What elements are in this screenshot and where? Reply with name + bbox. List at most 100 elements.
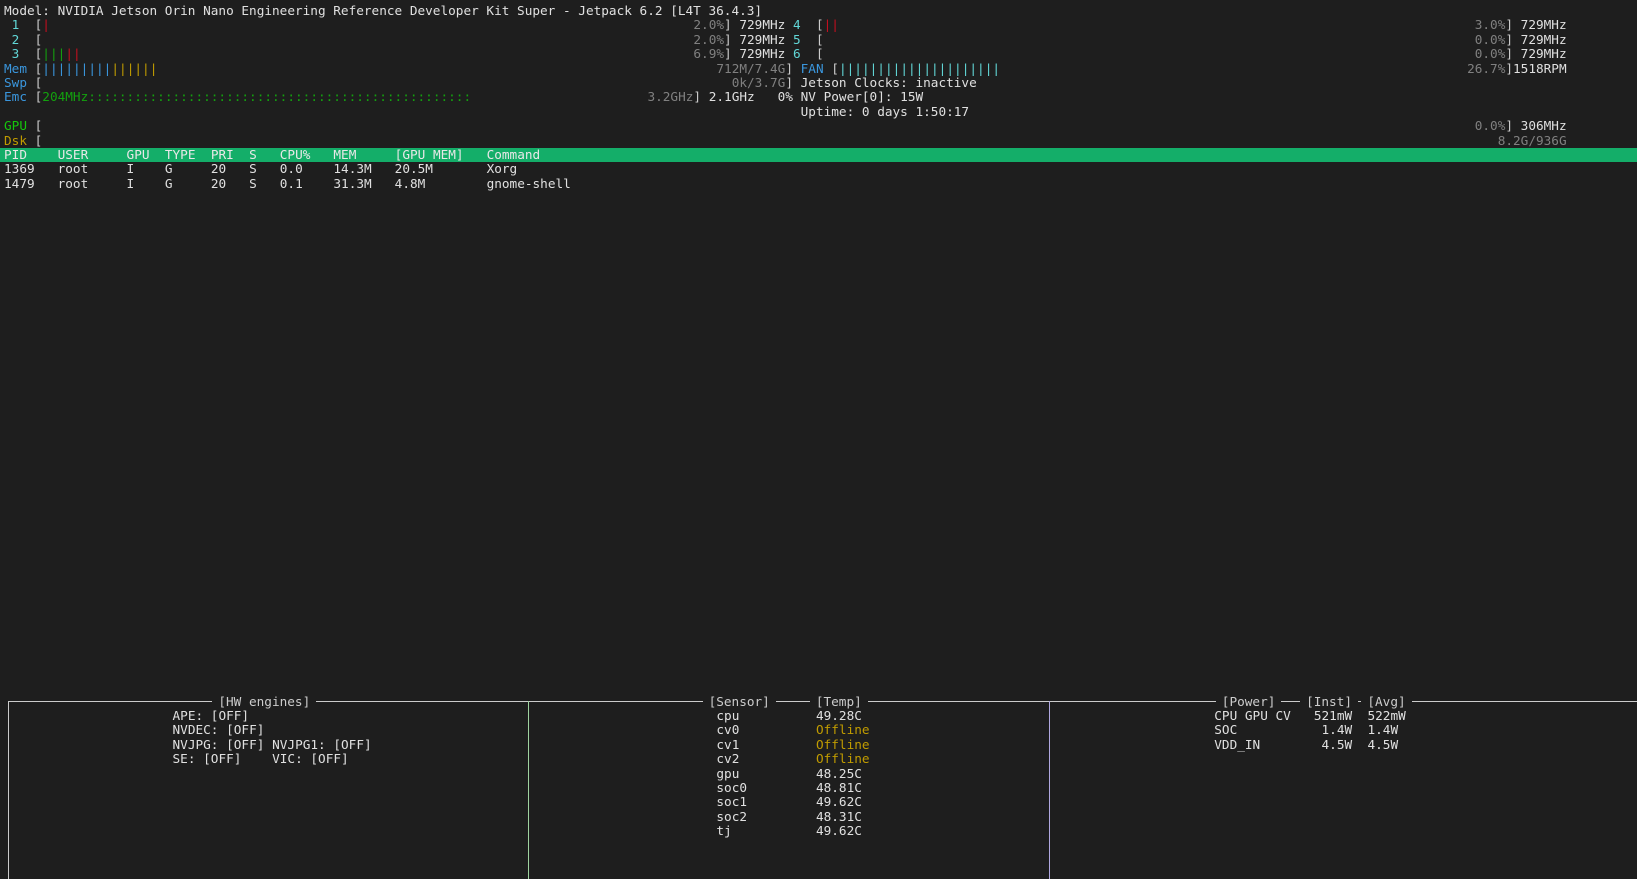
cpu-bar: | xyxy=(42,18,50,32)
bar-open: [ xyxy=(34,132,43,148)
bar-open: [ xyxy=(34,60,43,76)
bar-segment: | xyxy=(977,60,985,76)
cpu-percent: 2.0% xyxy=(693,31,725,47)
sensor-row: cv2 Offline xyxy=(0,751,1637,767)
bar-close: ] xyxy=(724,17,732,33)
cpu-percent: 2.0% xyxy=(693,17,725,33)
mem-label: Mem xyxy=(4,60,27,76)
col-gpu-mem[interactable]: [GPU MEM] xyxy=(395,147,464,162)
cell-gpu-mem: 20.5M xyxy=(394,161,433,177)
table-row[interactable]: 1479 root I G 20 S 0.1 31.3M 4.8M gnome-… xyxy=(0,175,1637,191)
model-text: Model: NVIDIA Jetson Orin Nano Engineeri… xyxy=(4,3,763,18)
col-gpu[interactable]: GPU xyxy=(127,147,150,162)
process-table-header: PID USER GPU TYPE PRI S CPU% MEM [GPU ME… xyxy=(0,147,1637,163)
sensor-temp: 48.31C xyxy=(815,808,862,824)
cpu-bar: || xyxy=(824,18,839,32)
bar-segment: | xyxy=(111,60,120,76)
disk-value: 8.2G/936G xyxy=(1497,132,1567,148)
bar-segment: | xyxy=(72,46,81,62)
bar-close: ] xyxy=(1505,118,1514,134)
mem-bar: ||||||||||||||| xyxy=(42,60,158,76)
table-row[interactable]: 1369 root I G 20 S 0.0 14.3M 20.5M Xorg xyxy=(0,161,1637,177)
uptime: Uptime: 0 days 1:50:17 xyxy=(800,103,970,119)
bar-open: [ xyxy=(34,17,43,33)
cpu-freq: 729MHz xyxy=(739,17,786,33)
bar-close: ] xyxy=(693,89,702,105)
power-avg: 1.4W xyxy=(1367,722,1399,738)
cpu-bar: ||||| xyxy=(42,46,81,62)
cpu-freq: 729MHz xyxy=(1520,46,1567,62)
sensor-row: tj 49.62C xyxy=(0,823,1637,839)
sensor-name: tj xyxy=(716,823,732,839)
bar-segment: | xyxy=(149,60,158,76)
cpu-id: 5 xyxy=(792,31,801,47)
cpu-percent: 6.9% xyxy=(693,46,725,62)
swap-value: 0k/3.7G xyxy=(731,75,786,90)
bar-segment: | xyxy=(923,60,931,76)
power-row: SOC 1.4W 1.4W xyxy=(0,722,1637,738)
cell-pri: 20 xyxy=(210,161,227,177)
col-mem[interactable]: MEM xyxy=(333,147,356,162)
bar-close: ] xyxy=(785,60,793,76)
gpu-row: GPU [ 0.0% ] 306MHz xyxy=(0,118,1637,134)
cell-state: S xyxy=(249,161,257,177)
col-user[interactable]: USER xyxy=(58,147,89,162)
cell-state: S xyxy=(249,175,257,191)
bar-close: ] xyxy=(1505,31,1514,47)
col-cpu[interactable]: CPU% xyxy=(280,147,311,162)
bar-segment: | xyxy=(907,60,916,76)
cpu-percent: 0.0% xyxy=(1474,46,1506,62)
emc-fill: ::::::::::::::::::::::::::::::::::::::::… xyxy=(88,89,472,105)
cell-pid: 1369 xyxy=(4,161,35,177)
cell-command: gnome-shell xyxy=(486,175,571,191)
power-row: VDD_IN 4.5W 4.5W xyxy=(0,736,1637,752)
bar-segment: | xyxy=(49,60,58,76)
mem-fan-row: Mem [ ||||||||||||||| 712M/7.4G ] FAN [ … xyxy=(0,60,1637,76)
power-avg: 522mW xyxy=(1367,708,1406,723)
sensor-row: soc1 49.62C xyxy=(0,794,1637,809)
power-rail: SOC xyxy=(1214,722,1238,738)
bar-segment: | xyxy=(65,46,73,62)
col-pri[interactable]: PRI xyxy=(211,147,234,162)
power-rail: CPU GPU CV xyxy=(1214,708,1291,723)
bar-segment: | xyxy=(96,60,104,76)
emc-freq: 204MHz xyxy=(42,89,89,105)
sensor-temp: Offline xyxy=(815,751,870,767)
power-inst: 4.5W xyxy=(1321,736,1353,752)
emc-row: Emc [ 204MHz :::::::::::::::::::::::::::… xyxy=(0,89,1637,105)
fan-rpm: 1518RPM xyxy=(1513,60,1567,76)
bar-open: [ xyxy=(815,46,824,62)
bar-segment: | xyxy=(838,60,847,76)
cell-gpu: I xyxy=(126,161,135,177)
disk-label: Dsk xyxy=(4,132,27,148)
col-command[interactable]: Command xyxy=(487,147,541,162)
bar-segment: | xyxy=(877,60,885,76)
cell-gpu-mem: 4.8M xyxy=(394,175,426,191)
gpu-label: GPU xyxy=(4,118,27,134)
swap-label: Swp xyxy=(4,75,27,90)
cell-user: root xyxy=(57,161,89,177)
sensor-title: [Sensor] xyxy=(702,694,776,710)
cpu-freq: 729MHz xyxy=(739,46,786,62)
col-pid[interactable]: PID xyxy=(4,147,27,162)
cpu-freq: 729MHz xyxy=(1520,17,1567,33)
sensor-name: gpu xyxy=(716,765,740,781)
sensor-name: soc2 xyxy=(716,808,748,824)
uptime-row: Uptime: 0 days 1:50:17 xyxy=(0,103,1637,119)
sensor-name: soc0 xyxy=(716,780,748,795)
bar-segment: | xyxy=(65,60,73,76)
emc-max: 3.2GHz xyxy=(647,89,694,105)
col-state[interactable]: S xyxy=(249,147,257,162)
bar-segment: | xyxy=(831,17,839,33)
cell-gpu: I xyxy=(126,175,135,191)
bar-segment: | xyxy=(49,46,58,62)
power-avg: 4.5W xyxy=(1367,736,1399,752)
gpu-freq: 306MHz xyxy=(1520,118,1567,134)
cpu-id: 3 xyxy=(11,46,20,62)
col-type[interactable]: TYPE xyxy=(165,147,196,162)
fan-bar: ||||||||||||||||||||| xyxy=(838,60,1000,76)
sensor-temp: 48.81C xyxy=(815,780,862,795)
power-inst: 521mW xyxy=(1313,708,1353,723)
cell-type: G xyxy=(164,161,173,177)
cell-mem: 14.3M xyxy=(333,161,372,177)
